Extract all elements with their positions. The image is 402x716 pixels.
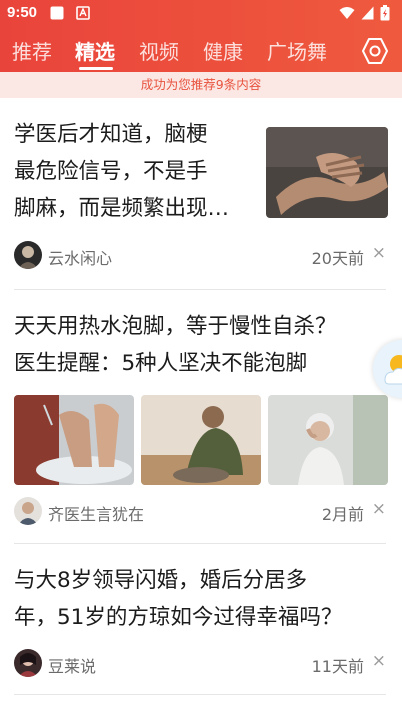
- battery-charging-icon: [380, 5, 390, 21]
- author-name[interactable]: 云水闲心: [48, 245, 112, 269]
- article-card[interactable]: 与大8岁领导闪婚，婚后分居多 年，51岁的方琼如今过得幸福吗？ 豆莱说 11天前…: [0, 544, 402, 694]
- article-meta: 齐医生言犹在 2月前 ×: [14, 497, 388, 525]
- divider: [14, 694, 386, 695]
- wifi-icon: [339, 7, 355, 19]
- dismiss-close-icon[interactable]: ×: [372, 499, 386, 519]
- avatar[interactable]: [14, 241, 42, 269]
- article-title[interactable]: 学医后才知道，脑梗 最危险信号，不是手 脚麻，而是频繁出现…: [14, 116, 259, 227]
- article-meta: 云水闲心 20天前 ×: [14, 241, 388, 269]
- author-name[interactable]: 豆莱说: [48, 653, 96, 677]
- app-a-icon: [76, 6, 90, 20]
- article-title[interactable]: 天天用热水泡脚，等于慢性自杀？ 医生提醒：5种人坚决不能泡脚: [14, 308, 394, 382]
- publish-time: 11天前: [311, 657, 364, 676]
- active-tab-indicator: [79, 67, 113, 70]
- author-name[interactable]: 齐医生言犹在: [48, 501, 144, 525]
- article-title[interactable]: 与大8岁领导闪婚，婚后分居多 年，51岁的方琼如今过得幸福吗？: [14, 562, 394, 636]
- article-thumbnail[interactable]: [268, 395, 388, 485]
- app-header: 9:50 推荐 精选 视频 健康 广场舞: [0, 0, 402, 72]
- status-bar: 9:50: [0, 0, 402, 28]
- article-thumbnail[interactable]: [14, 395, 134, 485]
- settings-hexagon-icon[interactable]: [361, 37, 389, 65]
- dismiss-close-icon[interactable]: ×: [372, 243, 386, 263]
- dismiss-close-icon[interactable]: ×: [372, 651, 386, 671]
- article-thumbnail[interactable]: [141, 395, 261, 485]
- tab-video[interactable]: 视频: [139, 36, 179, 65]
- tab-square-dance[interactable]: 广场舞: [267, 36, 327, 65]
- tab-featured[interactable]: 精选: [75, 36, 115, 65]
- status-time: 9:50: [7, 4, 38, 21]
- recommend-notice: 成功为您推荐9条内容: [0, 72, 402, 98]
- channel-tabs: 推荐 精选 视频 健康 广场舞: [0, 30, 402, 72]
- article-meta: 豆莱说 11天前 ×: [14, 649, 388, 677]
- signal-icon: [361, 6, 374, 20]
- article-thumbnail[interactable]: [266, 127, 388, 218]
- publish-time: 20天前: [311, 249, 364, 268]
- avatar[interactable]: [14, 497, 42, 525]
- article-card[interactable]: 学医后才知道，脑梗 最危险信号，不是手 脚麻，而是频繁出现… 云水闲心 20天前…: [0, 98, 402, 288]
- avatar[interactable]: [14, 649, 42, 677]
- tab-health[interactable]: 健康: [203, 36, 243, 65]
- publish-time: 2月前: [321, 505, 364, 524]
- article-card[interactable]: 天天用热水泡脚，等于慢性自杀？ 医生提醒：5种人坚决不能泡脚 齐医生言犹在 2月…: [0, 290, 402, 544]
- tab-recommend[interactable]: 推荐: [12, 36, 52, 65]
- image-icon: [50, 6, 64, 20]
